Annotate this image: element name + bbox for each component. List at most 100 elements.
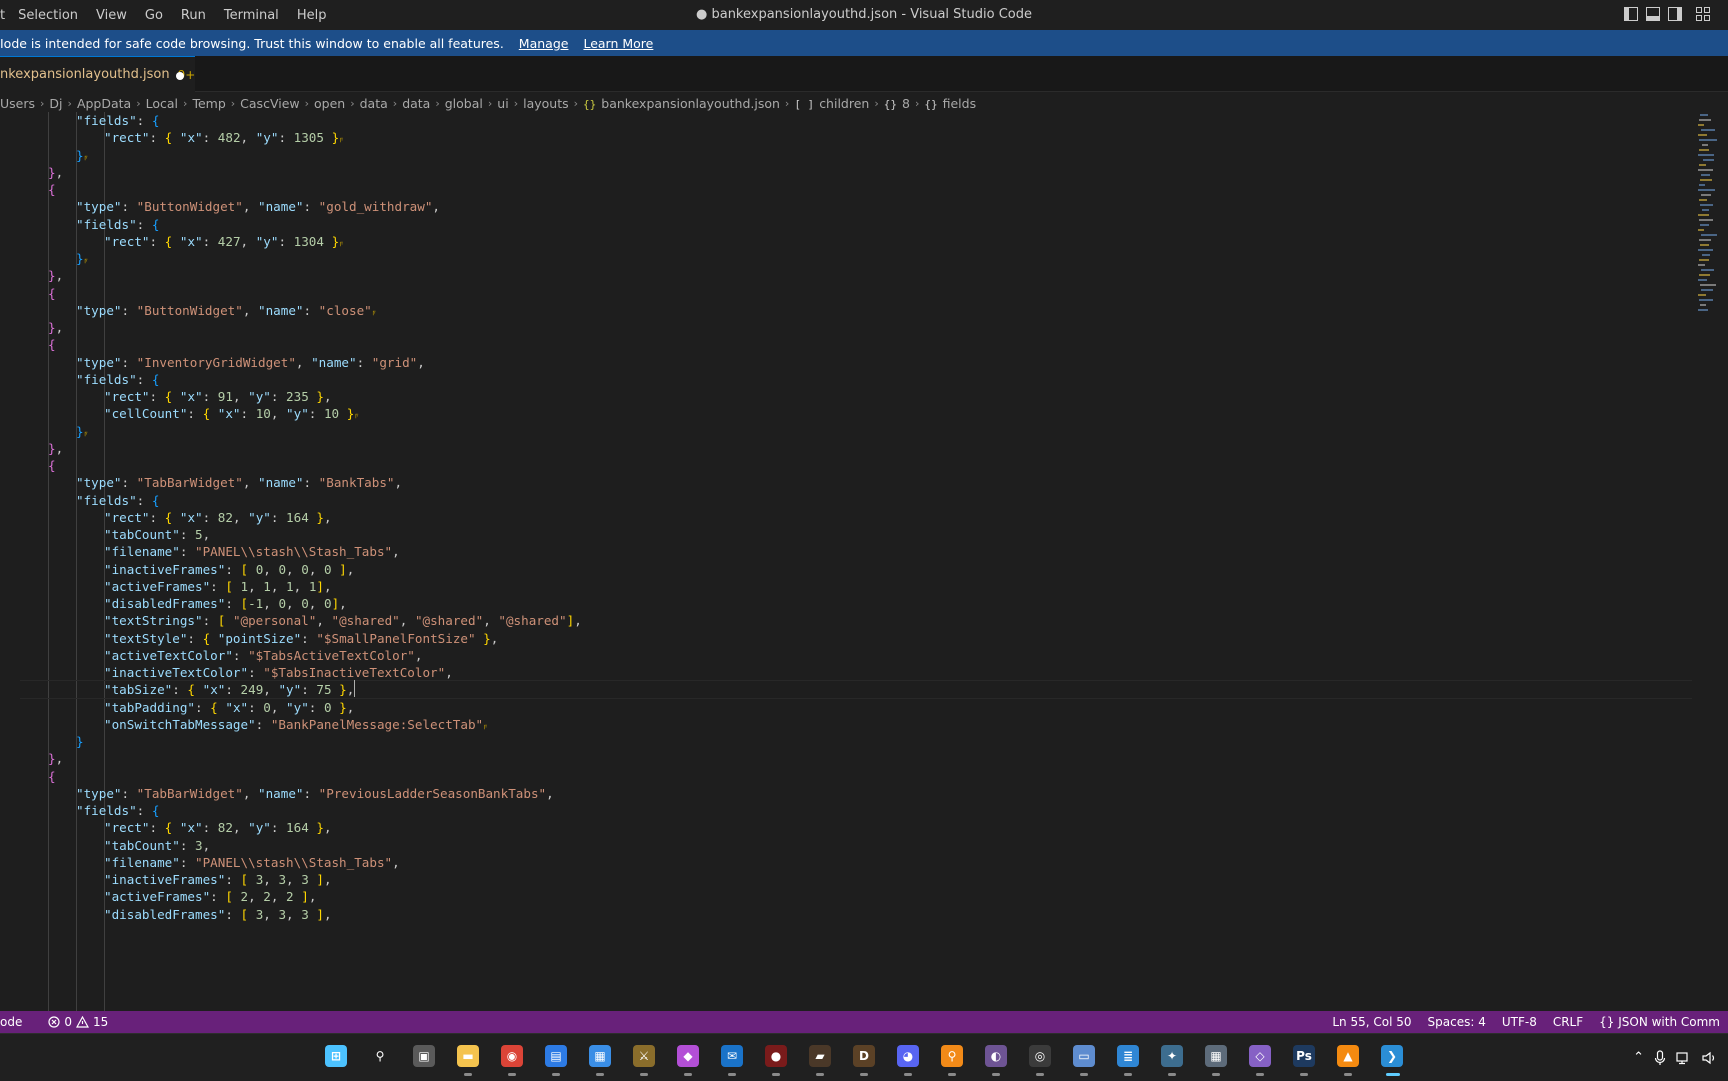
code-line[interactable]: "filename": "PANEL\\stash\\Stash_Tabs",	[104, 542, 400, 561]
breadcrumb-item[interactable]: Dj	[49, 96, 62, 111]
customize-layout-icon[interactable]	[1696, 7, 1710, 21]
code-line[interactable]: "fields": {	[76, 491, 159, 510]
menu-item-run[interactable]: Run	[172, 8, 215, 23]
vscode-taskbar-button[interactable]: ❯	[1378, 1042, 1406, 1076]
breadcrumb-item[interactable]: Temp	[192, 96, 225, 111]
volume-icon[interactable]	[1702, 1051, 1718, 1065]
obs-taskbar-button[interactable]: ◎	[1026, 1042, 1054, 1076]
breadcrumb-item[interactable]: AppData	[77, 96, 131, 111]
code-editor[interactable]: "fields": { "rect": { "x": 482, "y": 1305…	[0, 112, 1692, 1011]
file-explorer-taskbar-button[interactable]: ▬	[454, 1042, 482, 1076]
code-line[interactable]: "tabCount": 5,	[104, 525, 210, 544]
chrome-taskbar-button[interactable]: ◉	[498, 1042, 526, 1076]
code-line[interactable]: },	[48, 163, 63, 182]
calculator-taskbar-button[interactable]: ▦	[1202, 1042, 1230, 1076]
code-line[interactable]: "inactiveFrames": [ 0, 0, 0, 0 ],	[104, 560, 354, 579]
breadcrumb-item[interactable]: Users	[0, 96, 35, 111]
chest-app-taskbar-button[interactable]: ▰	[806, 1042, 834, 1076]
breadcrumb-item[interactable]: Local	[146, 96, 178, 111]
ms-store-taskbar-button[interactable]: ▦	[586, 1042, 614, 1076]
game-d2-taskbar-button[interactable]: ⚔	[630, 1042, 658, 1076]
windows-start-taskbar-button[interactable]: ⊞	[322, 1042, 350, 1070]
code-line[interactable]: "rect": { "x": 82, "y": 164 },	[104, 508, 332, 527]
code-line[interactable]: "fields": {	[76, 370, 159, 389]
github-taskbar-button[interactable]: ◐	[982, 1042, 1010, 1076]
menu-item-help[interactable]: Help	[288, 8, 336, 23]
code-line[interactable]: {	[48, 767, 56, 786]
red-game-taskbar-button[interactable]: ●	[762, 1042, 790, 1076]
code-line[interactable]: },	[48, 266, 63, 285]
code-line[interactable]: "disabledFrames": [ 3, 3, 3 ],	[104, 905, 332, 924]
code-line[interactable]: "cellCount": { "x": 10, "y": 10 }⸁	[104, 404, 359, 424]
code-line[interactable]: "tabPadding": { "x": 0, "y": 0 },	[104, 698, 354, 717]
search-taskbar-button[interactable]: ⚲	[366, 1042, 394, 1070]
code-line[interactable]: "textStrings": [ "@personal", "@shared",…	[104, 611, 582, 630]
code-line[interactable]: "filename": "PANEL\\stash\\Stash_Tabs",	[104, 853, 400, 872]
code-line[interactable]: },	[48, 318, 63, 337]
menu-item-go[interactable]: Go	[136, 8, 172, 23]
code-line[interactable]: "tabCount": 3,	[104, 836, 210, 855]
outlook-taskbar-button[interactable]: ✉	[718, 1042, 746, 1076]
purple-app-taskbar-button[interactable]: ◆	[674, 1042, 702, 1076]
network-icon[interactable]	[1676, 1051, 1692, 1065]
code-line[interactable]: "rect": { "x": 91, "y": 235 },	[104, 387, 332, 406]
chevron-up-icon[interactable]: ⌃	[1633, 1050, 1644, 1065]
notepad-taskbar-button[interactable]: ≣	[1114, 1042, 1142, 1076]
search-orange-taskbar-button[interactable]: ⚲	[938, 1042, 966, 1076]
code-line[interactable]: "tabSize": { "x": 249, "y": 75 },	[104, 680, 356, 699]
task-view-taskbar-button[interactable]: ▣	[410, 1042, 438, 1070]
code-line[interactable]: "inactiveFrames": [ 3, 3, 3 ],	[104, 870, 332, 889]
manage-link[interactable]: Manage	[519, 36, 569, 51]
encoding[interactable]: UTF-8	[1494, 1015, 1545, 1029]
code-line[interactable]: },	[48, 749, 63, 768]
code-line[interactable]: "textStyle": { "pointSize": "$SmallPanel…	[104, 629, 498, 648]
breadcrumb-item[interactable]: data	[402, 96, 430, 111]
code-line[interactable]: {	[48, 180, 56, 199]
casc-app-taskbar-button[interactable]: ✦	[1158, 1042, 1186, 1076]
microphone-icon[interactable]	[1654, 1049, 1666, 1066]
code-line[interactable]: },	[48, 439, 63, 458]
problems-indicator[interactable]: 0 15	[48, 1015, 108, 1029]
code-line[interactable]: "type": "InventoryGridWidget", "name": "…	[76, 353, 425, 372]
tab-bankexpansionlayouthd[interactable]: nkexpansionlayouthd.json 9+	[0, 56, 195, 92]
code-line[interactable]: "inactiveTextColor": "$TabsInactiveTextC…	[104, 663, 453, 682]
indentation[interactable]: Spaces: 4	[1420, 1015, 1494, 1029]
code-line[interactable]: }⸁	[76, 422, 89, 442]
breadcrumb-item[interactable]: ui	[497, 96, 508, 111]
toggle-secondary-sidebar-icon[interactable]	[1668, 7, 1682, 21]
code-line[interactable]: "rect": { "x": 482, "y": 1305 }⸁	[104, 128, 344, 148]
unsaved-dot-icon[interactable]	[176, 72, 184, 80]
breadcrumb-item[interactable]: [ ] children	[794, 96, 869, 111]
code-line[interactable]: "fields": {	[76, 215, 159, 234]
code-line[interactable]: "type": "ButtonWidget", "name": "gold_wi…	[76, 197, 440, 216]
breadcrumb-item[interactable]: data	[360, 96, 388, 111]
code-line[interactable]: "fields": {	[76, 801, 159, 820]
breadcrumb-item[interactable]: {} fields	[924, 96, 976, 111]
menu-item-edit[interactable]: t	[0, 8, 9, 23]
breadcrumb-item[interactable]: layouts	[523, 96, 569, 111]
code-line[interactable]: "type": "TabBarWidget", "name": "BankTab…	[76, 473, 402, 492]
code-line[interactable]: "activeFrames": [ 2, 2, 2 ],	[104, 887, 316, 906]
code-line[interactable]: "type": "TabBarWidget", "name": "Previou…	[76, 784, 554, 803]
vlc-taskbar-button[interactable]: ▲	[1334, 1042, 1362, 1076]
toggle-panel-icon[interactable]	[1646, 7, 1660, 21]
menu-item-view[interactable]: View	[87, 8, 136, 23]
line-endings[interactable]: CRLF	[1545, 1015, 1591, 1029]
code-line[interactable]: "type": "ButtonWidget", "name": "close"⸁	[76, 301, 377, 321]
code-line[interactable]: }	[76, 732, 84, 751]
code-line[interactable]: {	[48, 456, 56, 475]
cursor-position[interactable]: Ln 55, Col 50	[1324, 1015, 1419, 1029]
app-store-blue-taskbar-button[interactable]: ▤	[542, 1042, 570, 1076]
code-line[interactable]: "disabledFrames": [-1, 0, 0, 0],	[104, 594, 347, 613]
code-line[interactable]: "onSwitchTabMessage": "BankPanelMessage:…	[104, 715, 488, 735]
breadcrumb-item[interactable]: global	[445, 96, 483, 111]
menu-item-selection[interactable]: Selection	[9, 8, 87, 23]
breadcrumb-item[interactable]: open	[314, 96, 345, 111]
code-line[interactable]: "rect": { "x": 82, "y": 164 },	[104, 818, 332, 837]
code-line[interactable]: }⸁	[76, 146, 89, 166]
discord-taskbar-button[interactable]: ◕	[894, 1042, 922, 1076]
notepad-blue-taskbar-button[interactable]: ▭	[1070, 1042, 1098, 1076]
language-mode[interactable]: {} JSON with Comm	[1591, 1015, 1728, 1029]
code-line[interactable]: {	[48, 335, 56, 354]
photoshop-taskbar-button[interactable]: Ps	[1290, 1042, 1318, 1076]
